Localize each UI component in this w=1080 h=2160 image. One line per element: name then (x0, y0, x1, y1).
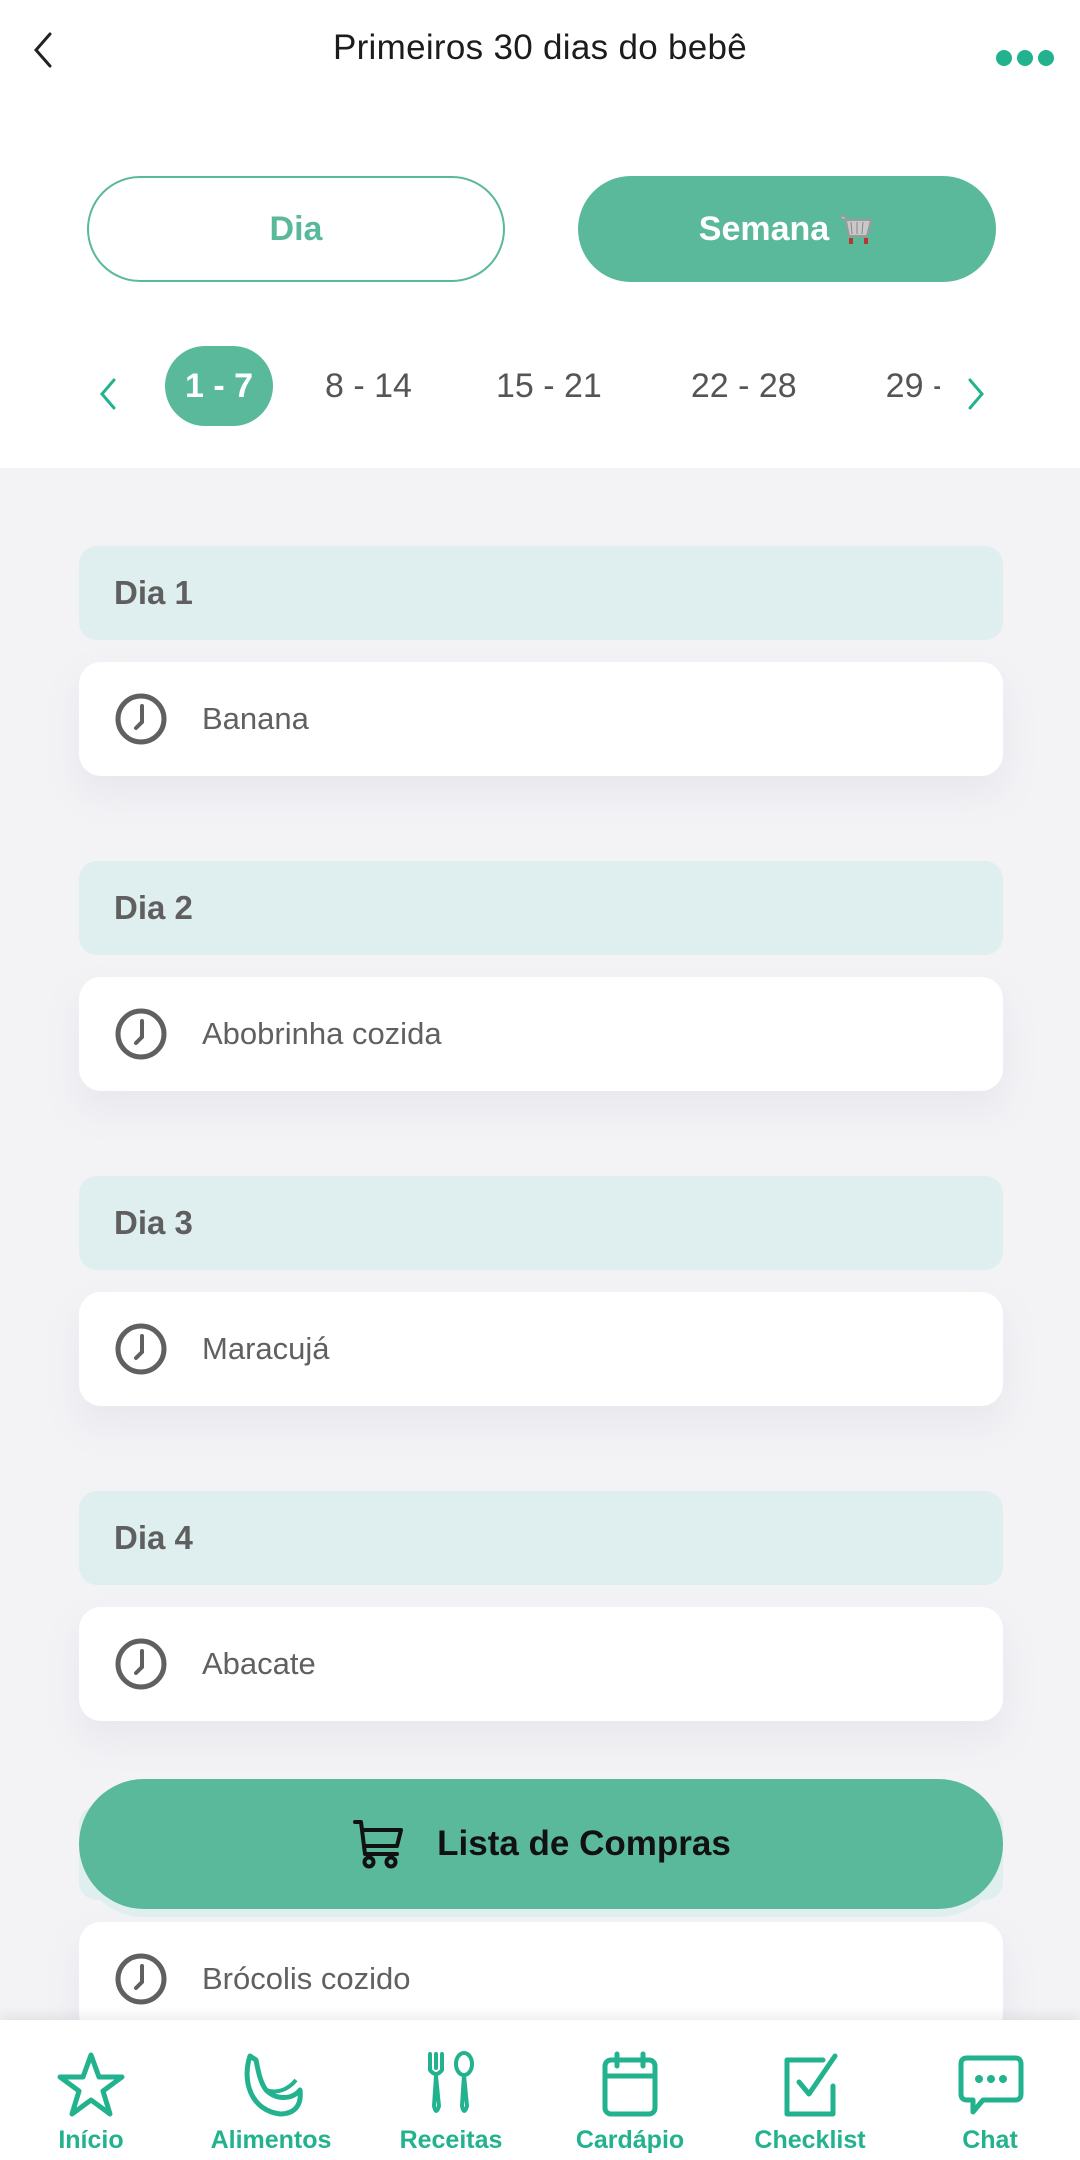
meal-card[interactable]: Banana (79, 662, 1003, 776)
shopping-cart-emoji-icon (839, 215, 873, 244)
meal-name: Abobrinha cozida (202, 1016, 442, 1051)
page-title: Primeiros 30 dias do bebê (332, 28, 748, 67)
nav-label: Cardápio (575, 2126, 685, 2154)
bottom-nav: Início Alimentos Receitas Cardápio Check… (0, 2020, 1080, 2160)
chevron-right-icon (968, 378, 984, 410)
meal-card[interactable]: Abobrinha cozida (79, 977, 1003, 1091)
clock-icon (115, 693, 167, 745)
chevron-left-icon (100, 378, 116, 410)
top-panel: Primeiros 30 dias do bebê Dia Semana 1 -… (0, 0, 1080, 468)
calendar-icon (602, 2051, 658, 2117)
day-header: Dia 3 (79, 1176, 1003, 1270)
star-icon (57, 2052, 125, 2117)
day-block: Dia 3 Maracujá (79, 1176, 1003, 1406)
utensils-icon (428, 2051, 474, 2113)
nav-label: Chat (962, 2126, 1018, 2154)
clock-icon (115, 1008, 167, 1060)
day-block: Dia 4 Abacate (79, 1491, 1003, 1721)
meal-name: Brócolis cozido (202, 1961, 411, 1996)
nav-item-checklist[interactable]: Checklist (730, 2050, 890, 2160)
week-chip-29-30[interactable]: 29 - 30 (864, 346, 940, 426)
week-chip-22-28[interactable]: 22 - 28 (669, 346, 819, 426)
nav-label: Receitas (399, 2126, 503, 2154)
day-header: Dia 2 (79, 861, 1003, 955)
view-toggle-semana[interactable]: Semana (578, 176, 996, 282)
more-dots-icon (996, 50, 1012, 66)
clock-icon (115, 1953, 167, 2005)
day-block: Dia 2 Abobrinha cozida (79, 861, 1003, 1091)
clock-icon (115, 1323, 167, 1375)
more-dot (1038, 50, 1054, 66)
nav-label: Início (58, 2126, 124, 2154)
app-header: Primeiros 30 dias do bebê (0, 0, 1080, 110)
nav-label: Alimentos (210, 2126, 332, 2154)
nav-label: Checklist (754, 2126, 866, 2154)
more-options-button[interactable] (996, 50, 1060, 74)
banana-icon (244, 2053, 303, 2117)
nav-item-receitas[interactable]: Receitas (371, 2050, 531, 2160)
meal-card[interactable]: Brócolis cozido (79, 1922, 1003, 2036)
more-dot (1017, 50, 1033, 66)
cart-icon (353, 1820, 404, 1869)
nav-item-inicio[interactable]: Início (11, 2050, 171, 2160)
view-toggle-semana-label: Semana (698, 209, 830, 248)
nav-item-alimentos[interactable]: Alimentos (191, 2050, 351, 2160)
nav-item-chat[interactable]: Chat (910, 2050, 1070, 2160)
meal-name: Banana (202, 701, 309, 736)
checkbox-icon (784, 2053, 838, 2117)
week-next-button[interactable] (962, 374, 988, 414)
nav-item-cardapio[interactable]: Cardápio (550, 2050, 710, 2160)
day-block: Dia 1 Banana (79, 546, 1003, 776)
week-chip-1-7[interactable]: 1 - 7 (165, 346, 273, 426)
shopping-list-button[interactable]: Lista de Compras (79, 1779, 1003, 1909)
week-list: 1 - 7 8 - 14 15 - 21 22 - 28 29 - 30 (150, 346, 940, 426)
week-prev-button[interactable] (96, 374, 122, 414)
meal-card[interactable]: Maracujá (79, 1292, 1003, 1406)
chat-icon (958, 2055, 1024, 2115)
week-chip-15-21[interactable]: 15 - 21 (474, 346, 624, 426)
meal-name: Abacate (202, 1646, 316, 1681)
week-selector: 1 - 7 8 - 14 15 - 21 22 - 28 29 - 30 (0, 346, 1080, 426)
clock-icon (115, 1638, 167, 1690)
meal-card[interactable]: Abacate (79, 1607, 1003, 1721)
view-toggle-dia-label: Dia (269, 209, 323, 248)
view-toggle-dia[interactable]: Dia (87, 176, 505, 282)
meal-name: Maracujá (202, 1331, 330, 1366)
day-header: Dia 1 (79, 546, 1003, 640)
week-chip-8-14[interactable]: 8 - 14 (303, 346, 434, 426)
shopping-list-label: Lista de Compras (437, 1824, 731, 1863)
day-header: Dia 4 (79, 1491, 1003, 1585)
